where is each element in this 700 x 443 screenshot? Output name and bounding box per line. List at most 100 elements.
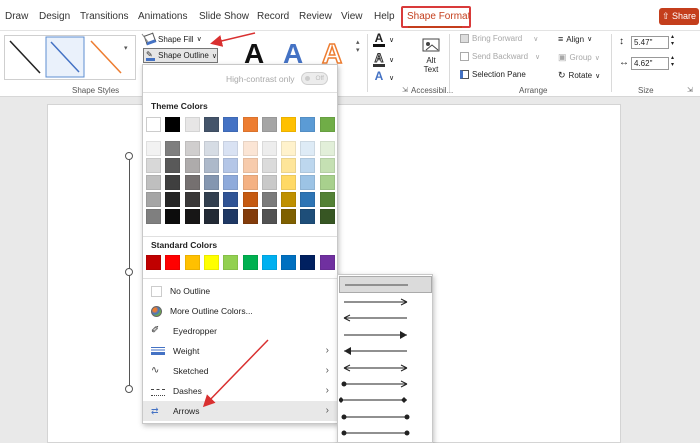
theme-shade-swatch[interactable] — [300, 158, 316, 173]
theme-shade-swatch[interactable] — [261, 192, 277, 207]
theme-shade-swatch[interactable] — [184, 158, 200, 173]
theme-color-swatch[interactable] — [223, 117, 239, 132]
resize-handle[interactable] — [125, 385, 133, 393]
shape-fill-button[interactable]: Shape Fill ∨ — [143, 32, 202, 46]
standard-color-swatch[interactable] — [146, 255, 161, 270]
theme-shade-swatch[interactable] — [281, 175, 297, 190]
arrow-style-option[interactable] — [339, 327, 432, 343]
tab-help[interactable]: Help — [374, 11, 395, 22]
theme-shade-swatch[interactable] — [184, 209, 200, 224]
theme-shade-swatch[interactable] — [281, 141, 297, 156]
theme-shade-swatch[interactable] — [184, 175, 200, 190]
stepper-icon[interactable]: ▴ ▾ — [671, 34, 674, 48]
dashes-item[interactable]: Dashes › — [143, 381, 337, 401]
theme-shade-swatch[interactable] — [242, 192, 258, 207]
theme-shade-swatch[interactable] — [203, 192, 219, 207]
theme-shade-swatch[interactable] — [261, 175, 277, 190]
share-button[interactable]: ⇧ Share — [659, 8, 699, 25]
tab-record[interactable]: Record — [257, 11, 289, 22]
arrow-style-option[interactable] — [339, 360, 432, 376]
shape-height-input[interactable]: 5.47" — [631, 36, 669, 49]
theme-shade-swatch[interactable] — [242, 158, 258, 173]
tab-animations[interactable]: Animations — [138, 11, 187, 22]
text-outline-button[interactable]: A — [373, 52, 385, 67]
arrow-style-option[interactable] — [339, 294, 432, 310]
resize-handle[interactable] — [125, 152, 133, 160]
theme-shade-swatch[interactable] — [242, 175, 258, 190]
arrow-style-option[interactable] — [339, 425, 432, 441]
rotate-button[interactable]: ↻ Rotate ∨ — [558, 70, 600, 81]
theme-shade-swatch[interactable] — [319, 158, 335, 173]
theme-shade-swatch[interactable] — [223, 192, 239, 207]
arrow-style-option[interactable] — [339, 409, 432, 425]
theme-shade-swatch[interactable] — [261, 158, 277, 173]
theme-shade-swatch[interactable] — [165, 141, 181, 156]
theme-color-swatch[interactable] — [242, 117, 258, 132]
shape-outline-button[interactable]: ✎ Shape Outline ∨ — [143, 48, 218, 63]
theme-shade-swatch[interactable] — [203, 158, 219, 173]
theme-shade-swatch[interactable] — [242, 209, 258, 224]
theme-shade-swatch[interactable] — [319, 175, 335, 190]
standard-color-swatch[interactable] — [223, 255, 239, 270]
theme-shade-swatch[interactable] — [319, 192, 335, 207]
theme-shade-swatch[interactable] — [146, 175, 161, 190]
launcher-icon[interactable]: ⇲ — [687, 86, 693, 94]
theme-color-swatch[interactable] — [261, 117, 277, 132]
gallery-more-button[interactable]: ▾ — [124, 44, 134, 56]
chevron-down-icon[interactable]: ∨ — [389, 74, 394, 82]
theme-shade-swatch[interactable] — [146, 192, 161, 207]
theme-shade-swatch[interactable] — [146, 209, 161, 224]
theme-shade-swatch[interactable] — [165, 158, 181, 173]
theme-shade-swatch[interactable] — [223, 175, 239, 190]
theme-shade-swatch[interactable] — [242, 141, 258, 156]
theme-color-swatch[interactable] — [281, 117, 297, 132]
theme-shade-swatch[interactable] — [261, 141, 277, 156]
tab-slide-show[interactable]: Slide Show — [199, 11, 249, 22]
theme-shade-swatch[interactable] — [300, 209, 316, 224]
theme-color-swatch[interactable] — [146, 117, 161, 132]
theme-shade-swatch[interactable] — [300, 192, 316, 207]
theme-shade-swatch[interactable] — [319, 141, 335, 156]
text-fill-button[interactable]: A — [373, 32, 385, 47]
text-effects-button[interactable]: A — [373, 70, 385, 82]
shape-width-input[interactable]: 4.62" — [631, 57, 669, 70]
theme-shade-swatch[interactable] — [300, 141, 316, 156]
weight-item[interactable]: Weight › — [143, 341, 337, 361]
theme-shade-swatch[interactable] — [223, 141, 239, 156]
chevron-down-icon[interactable]: ∨ — [389, 36, 394, 44]
theme-shade-swatch[interactable] — [300, 175, 316, 190]
theme-shade-swatch[interactable] — [281, 158, 297, 173]
shape-style-orange-line[interactable] — [87, 37, 125, 77]
shape-style-black-line[interactable] — [6, 37, 44, 77]
theme-shade-swatch[interactable] — [223, 158, 239, 173]
tab-draw[interactable]: Draw — [5, 11, 28, 22]
standard-color-swatch[interactable] — [184, 255, 200, 270]
launcher-icon[interactable] — [141, 33, 149, 43]
standard-color-swatch[interactable] — [165, 255, 181, 270]
theme-shade-swatch[interactable] — [319, 209, 335, 224]
theme-shade-swatch[interactable] — [146, 141, 161, 156]
stepper-icon[interactable]: ▴ ▾ — [671, 55, 674, 69]
theme-shade-swatch[interactable] — [165, 209, 181, 224]
theme-color-swatch[interactable] — [319, 117, 335, 132]
tab-review[interactable]: Review — [299, 11, 332, 22]
standard-color-swatch[interactable] — [300, 255, 316, 270]
standard-color-swatch[interactable] — [242, 255, 258, 270]
resize-handle[interactable] — [125, 268, 133, 276]
arrow-style-option[interactable] — [339, 376, 432, 392]
theme-shade-swatch[interactable] — [281, 209, 297, 224]
shape-style-blue-line[interactable] — [45, 36, 85, 78]
bring-forward-button[interactable]: Bring Forward ∨ — [460, 34, 538, 43]
tab-view[interactable]: View — [341, 11, 363, 22]
send-backward-button[interactable]: Send Backward ∨ — [460, 52, 540, 61]
theme-color-swatch[interactable] — [300, 117, 316, 132]
standard-color-swatch[interactable] — [319, 255, 335, 270]
wordart-more-button[interactable]: ▴ ▾ — [356, 38, 364, 54]
high-contrast-toggle[interactable]: Off — [301, 72, 328, 85]
theme-shade-swatch[interactable] — [203, 209, 219, 224]
arrow-style-option[interactable] — [339, 343, 432, 359]
selection-pane-button[interactable]: Selection Pane — [460, 70, 526, 79]
eyedropper-item[interactable]: ✐ Eyedropper — [143, 321, 337, 341]
arrows-item[interactable]: ⇄ Arrows › — [143, 401, 337, 421]
theme-shade-swatch[interactable] — [203, 175, 219, 190]
